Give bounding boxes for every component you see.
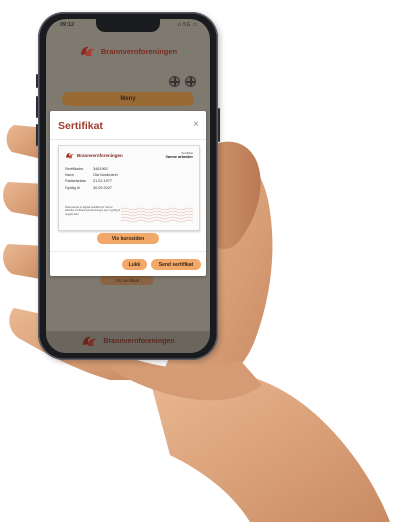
modal-footer-divider (50, 251, 206, 252)
close-icon[interactable]: × (193, 120, 199, 130)
phone-frame: 09:12 ..ıl 5G ▭ Brannvernforeningen Meny… (36, 12, 220, 360)
menu-button[interactable]: Meny (62, 92, 194, 106)
field-label: Gyldig til (65, 185, 80, 190)
background-certificate-button[interactable]: Vis sertifikat (100, 275, 154, 285)
card-brand-name: Brannvernforeningen (77, 153, 123, 158)
status-time: 09:12 (60, 22, 75, 28)
language-selector (169, 76, 196, 87)
card-type-value: Varme arbeider (165, 155, 193, 160)
footer-logo-icon (83, 336, 98, 346)
certificate-card: Brannvernforeningen Sertifikat Varme arb… (58, 145, 200, 231)
card-field-row: Gyldig til 30.09.2027 (65, 185, 118, 191)
footer-brand: Brannvernforeningen (46, 335, 210, 347)
phone-volume-up (36, 96, 38, 118)
brand-logo-icon (80, 46, 95, 56)
field-value: 30.09.2027 (93, 185, 113, 190)
card-type: Sertifikat Varme arbeider (165, 151, 193, 160)
show-course-button[interactable]: Vis kurssiden (97, 233, 159, 244)
card-fields: Sertifikatnr. 3461962 Navn Ola Nordmann … (65, 166, 118, 191)
modal-divider (50, 139, 206, 140)
send-certificate-button[interactable]: Send sertifikat (151, 259, 201, 270)
certificate-modal: Sertifikat × Brannvernforeningen Sertifi… (50, 111, 206, 276)
card-logo-icon (66, 153, 74, 159)
card-logo-row: Brannvernforeningen (65, 152, 123, 159)
stage: 09:12 ..ıl 5G ▭ Brannvernforeningen Meny… (0, 0, 402, 522)
modal-title: Sertifikat (58, 120, 103, 132)
phone-volume-down (36, 124, 38, 146)
phone-screen: 09:12 ..ıl 5G ▭ Brannvernforeningen Meny… (46, 19, 210, 353)
card-footnote: Dokumentet er digitalt sertifikat for Va… (65, 206, 120, 216)
app-header: Brannvernforeningen (46, 39, 210, 63)
close-button[interactable]: Lukk (122, 259, 147, 270)
uk-flag-icon[interactable] (169, 76, 180, 87)
norway-flag-icon[interactable] (185, 76, 196, 87)
status-icons: ..ıl 5G ▭ (174, 22, 198, 28)
phone-power-button (218, 108, 220, 142)
card-security-pattern (121, 207, 194, 223)
app-brand-name: Brannvernforeningen (100, 46, 178, 56)
phone-notch (96, 19, 160, 32)
phone-side-button (36, 74, 38, 88)
footer-brand-name: Brannvernforeningen (103, 337, 175, 345)
